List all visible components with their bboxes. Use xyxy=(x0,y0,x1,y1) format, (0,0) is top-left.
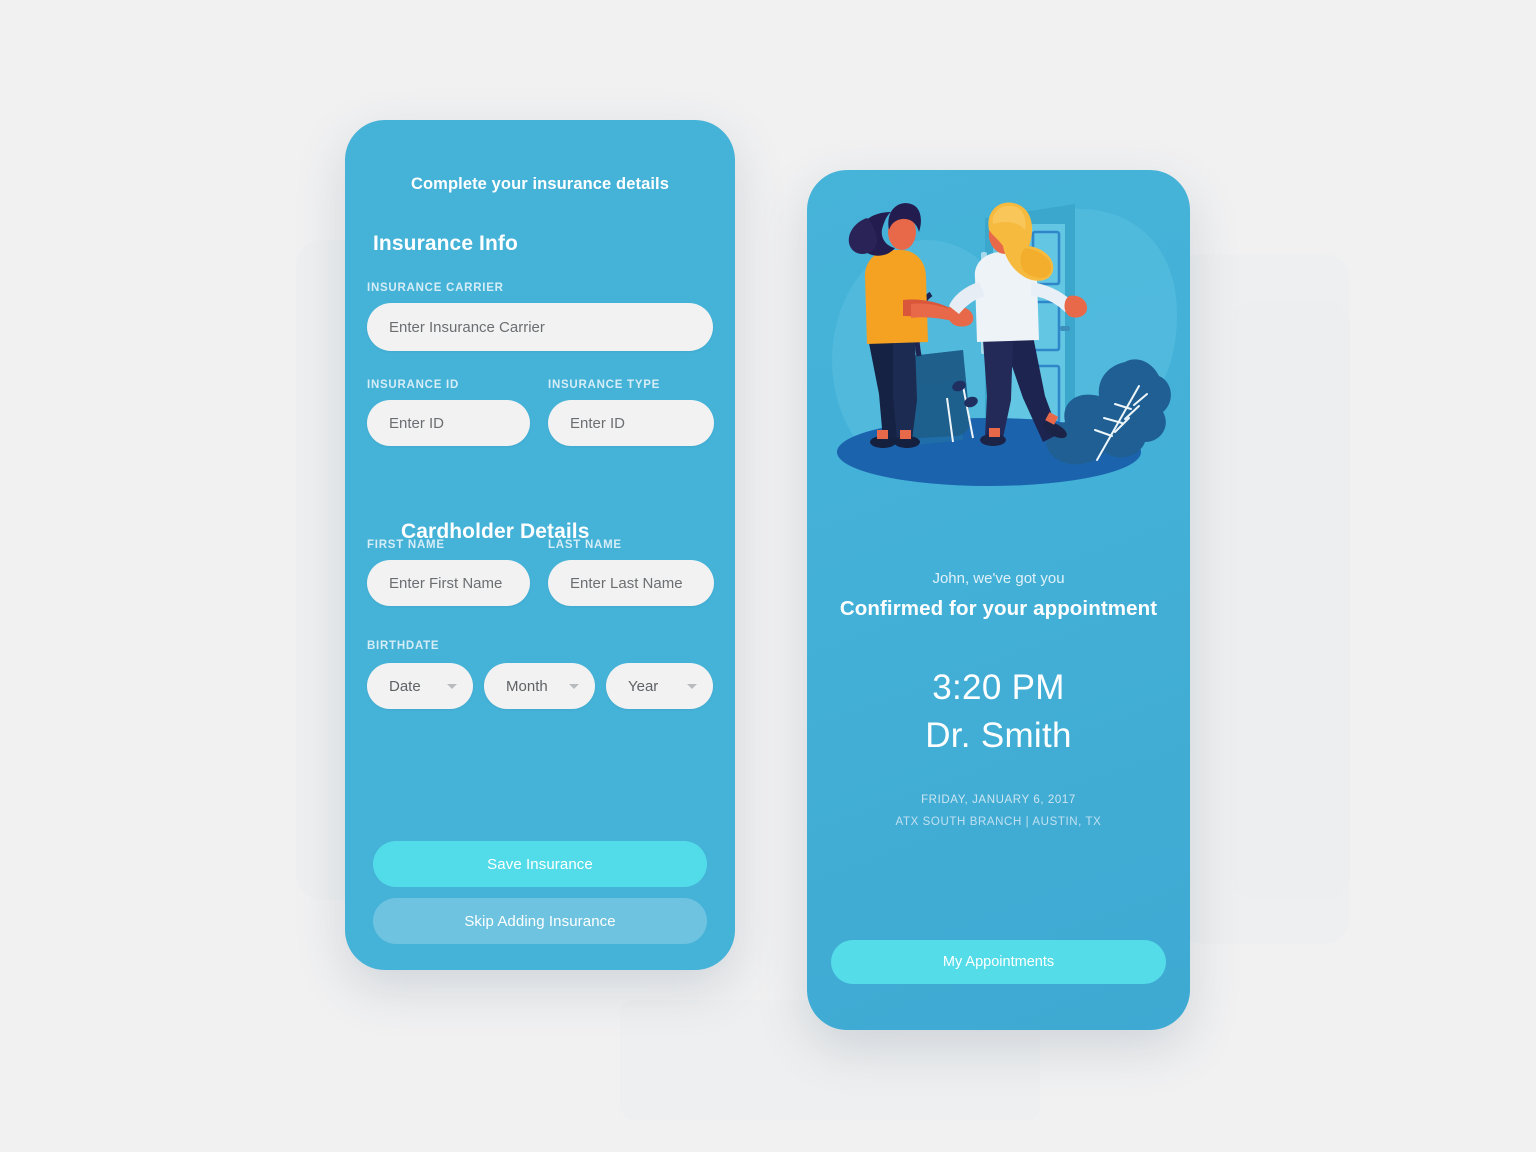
appointment-date: FRIDAY, JANUARY 6, 2017 xyxy=(921,794,1076,806)
my-appointments-button[interactable]: My Appointments xyxy=(831,940,1166,984)
first-name-input[interactable]: Enter First Name xyxy=(367,560,530,606)
birthdate-day-value: Date xyxy=(389,677,421,695)
skip-adding-insurance-button[interactable]: Skip Adding Insurance xyxy=(373,898,707,944)
insurance-carrier-input[interactable]: Enter Insurance Carrier xyxy=(367,303,713,351)
last-name-placeholder: Enter Last Name xyxy=(570,574,683,592)
field-label-insurance-type: INSURANCE TYPE xyxy=(548,379,661,391)
insurance-type-input[interactable]: Enter ID xyxy=(548,400,714,446)
chevron-down-icon xyxy=(447,683,458,689)
insurance-carrier-placeholder: Enter Insurance Carrier xyxy=(389,318,545,336)
save-insurance-button[interactable]: Save Insurance xyxy=(373,841,707,887)
greeting-text: John, we've got you xyxy=(932,570,1065,587)
appointment-time: 3:20 PM xyxy=(932,668,1065,707)
field-insurance-type: INSURANCE TYPE Enter ID xyxy=(548,379,714,446)
field-label-insurance-id: INSURANCE ID xyxy=(367,379,460,391)
page-root: Complete your insurance details Insuranc… xyxy=(0,0,1536,1152)
first-name-placeholder: Enter First Name xyxy=(389,574,503,592)
field-label-insurance-carrier: INSURANCE CARRIER xyxy=(367,282,504,294)
insurance-type-placeholder: Enter ID xyxy=(570,414,626,432)
birthdate-year-select[interactable]: Year xyxy=(605,663,713,709)
section-heading-insurance-info: Insurance Info xyxy=(373,232,518,255)
field-last-name: LAST NAME Enter Last Name xyxy=(548,539,714,606)
chevron-down-icon xyxy=(568,683,579,689)
field-insurance-carrier: INSURANCE CARRIER Enter Insurance Carrie… xyxy=(367,282,713,351)
insurance-id-placeholder: Enter ID xyxy=(389,414,445,432)
insurance-screen: Complete your insurance details Insuranc… xyxy=(345,120,735,970)
field-label-last-name: LAST NAME xyxy=(548,539,622,551)
confirmation-details: John, we've got you Confirmed for your a… xyxy=(807,570,1190,828)
appointment-location: ATX SOUTH BRANCH | AUSTIN, TX xyxy=(895,816,1102,828)
confirmation-actions: My Appointments xyxy=(831,940,1166,984)
birthdate-month-select[interactable]: Month xyxy=(484,663,595,709)
backdrop-shape xyxy=(1230,300,1350,900)
confirmation-screen: John, we've got you Confirmed for your a… xyxy=(807,170,1190,1030)
birthdate-month-value: Month xyxy=(506,677,548,695)
field-label-first-name: FIRST NAME xyxy=(367,539,445,551)
appointment-illustration xyxy=(807,190,1190,520)
field-insurance-id: INSURANCE ID Enter ID xyxy=(367,379,530,446)
field-label-birthdate: BIRTHDATE xyxy=(367,640,440,652)
confirmation-headline: Confirmed for your appointment xyxy=(839,597,1158,620)
insurance-actions: Save Insurance Skip Adding Insurance xyxy=(373,841,707,944)
chevron-down-icon xyxy=(687,683,697,689)
appointment-doctor: Dr. Smith xyxy=(925,716,1072,755)
page-title: Complete your insurance details xyxy=(410,175,669,193)
birthdate-year-value: Year xyxy=(627,677,659,695)
last-name-input[interactable]: Enter Last Name xyxy=(548,560,714,606)
birthdate-day-select[interactable]: Date xyxy=(367,663,474,709)
insurance-id-input[interactable]: Enter ID xyxy=(367,400,530,446)
field-first-name: FIRST NAME Enter First Name xyxy=(367,539,530,606)
field-birthdate: BIRTHDATE Date Month Year xyxy=(367,636,713,709)
